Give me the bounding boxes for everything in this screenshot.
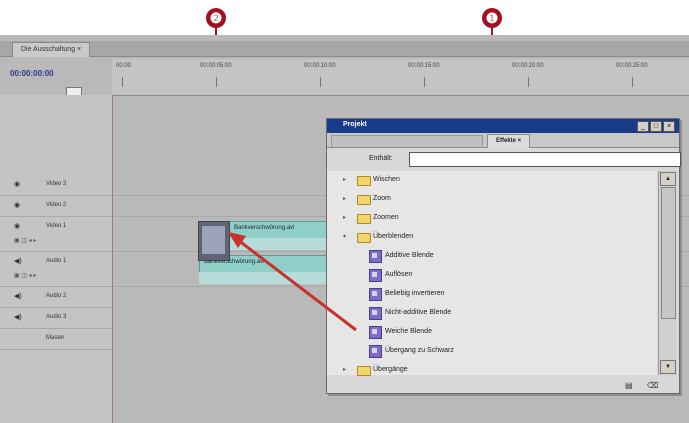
drag-arrow xyxy=(228,232,357,332)
